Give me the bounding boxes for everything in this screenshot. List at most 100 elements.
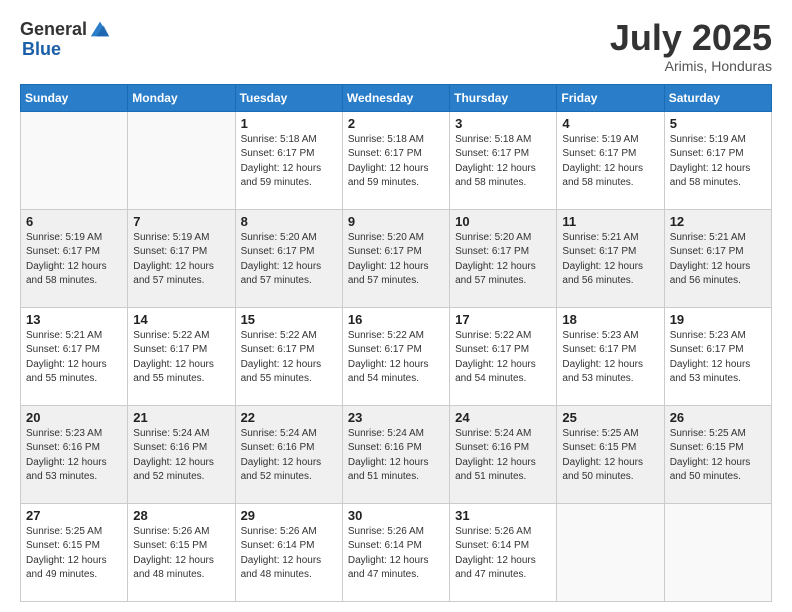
day-info: Sunrise: 5:19 AM Sunset: 6:17 PM Dayligh… (26, 231, 122, 289)
table-row: 8Sunrise: 5:20 AM Sunset: 6:17 PM Daylig… (235, 209, 342, 307)
day-info: Sunrise: 5:18 AM Sunset: 6:17 PM Dayligh… (348, 133, 444, 191)
day-info: Sunrise: 5:26 AM Sunset: 6:15 PM Dayligh… (133, 525, 229, 583)
calendar-row: 27 Sunrise: 5:25 AM Sunset: 6:15 PM Dayli… (21, 503, 772, 601)
table-row: 22 Sunrise: 5:24 AM Sunset: 6:16 PM Dayli… (235, 405, 342, 503)
day-info: Sunrise: 5:19 AM Sunset: 6:17 PM Dayligh… (133, 231, 229, 289)
table-row: 2 Sunrise: 5:18 AM Sunset: 6:17 PM Daylig… (342, 111, 449, 209)
day-info: Sunrise: 5:21 AM Sunset: 6:17 PM Dayligh… (670, 231, 766, 289)
table-row: 25 Sunrise: 5:25 AM Sunset: 6:15 PM Dayli… (557, 405, 664, 503)
table-row: 23Sunrise: 5:24 AM Sunset: 6:16 PM Dayli… (342, 405, 449, 503)
day-info: Sunrise: 5:25 AM Sunset: 6:15 PM Dayligh… (562, 427, 658, 485)
logo: General Blue (20, 18, 111, 58)
day-number: 19 (670, 312, 766, 327)
day-number: 29 (241, 508, 337, 523)
table-row: 30 Sunrise: 5:26 AM Sunset: 6:14 PM Dayli… (342, 503, 449, 601)
day-info: Sunrise: 5:24 AM Sunset: 6:16 PM Dayligh… (455, 427, 551, 485)
table-row: 27 Sunrise: 5:25 AM Sunset: 6:15 PM Dayli… (21, 503, 128, 601)
table-row (21, 111, 128, 209)
day-number: 2 (348, 116, 444, 131)
table-row: 29 Sunrise: 5:26 AM Sunset: 6:14 PM Dayli… (235, 503, 342, 601)
day-info: Sunrise: 5:26 AM Sunset: 6:14 PM Dayligh… (455, 525, 551, 583)
col-sunday: Sunday (21, 84, 128, 111)
col-wednesday: Wednesday (342, 84, 449, 111)
calendar-row: 13 Sunrise: 5:21 AM Sunset: 6:17 PM Dayli… (21, 307, 772, 405)
day-info: Sunrise: 5:20 AM Sunset: 6:17 PM Dayligh… (241, 231, 337, 289)
day-number: 22 (241, 410, 337, 425)
table-row: 9 Sunrise: 5:20 AM Sunset: 6:17 PM Daylig… (342, 209, 449, 307)
day-number: 5 (670, 116, 766, 131)
day-info: Sunrise: 5:22 AM Sunset: 6:17 PM Dayligh… (133, 329, 229, 387)
logo-icon (89, 18, 111, 40)
day-info: Sunrise: 5:20 AM Sunset: 6:17 PM Dayligh… (455, 231, 551, 289)
location-subtitle: Arimis, Honduras (610, 58, 772, 74)
logo-general: General (20, 20, 87, 38)
day-number: 30 (348, 508, 444, 523)
day-number: 13 (26, 312, 122, 327)
day-number: 1 (241, 116, 337, 131)
day-info: Sunrise: 5:21 AM Sunset: 6:17 PM Dayligh… (26, 329, 122, 387)
table-row (128, 111, 235, 209)
day-number: 18 (562, 312, 658, 327)
header-row: Sunday Monday Tuesday Wednesday Thursday… (21, 84, 772, 111)
day-number: 25 (562, 410, 658, 425)
day-info: Sunrise: 5:26 AM Sunset: 6:14 PM Dayligh… (348, 525, 444, 583)
day-info: Sunrise: 5:22 AM Sunset: 6:17 PM Dayligh… (348, 329, 444, 387)
day-number: 14 (133, 312, 229, 327)
table-row: 6Sunrise: 5:19 AM Sunset: 6:17 PM Daylig… (21, 209, 128, 307)
day-info: Sunrise: 5:25 AM Sunset: 6:15 PM Dayligh… (26, 525, 122, 583)
table-row: 19 Sunrise: 5:23 AM Sunset: 6:17 PM Dayli… (664, 307, 771, 405)
month-title: July 2025 (610, 18, 772, 58)
table-row: 20 Sunrise: 5:23 AM Sunset: 6:16 PM Dayli… (21, 405, 128, 503)
table-row: 21Sunrise: 5:24 AM Sunset: 6:16 PM Dayli… (128, 405, 235, 503)
calendar-row: 20 Sunrise: 5:23 AM Sunset: 6:16 PM Dayli… (21, 405, 772, 503)
day-number: 28 (133, 508, 229, 523)
day-info: Sunrise: 5:23 AM Sunset: 6:16 PM Dayligh… (26, 427, 122, 485)
day-number: 27 (26, 508, 122, 523)
col-thursday: Thursday (450, 84, 557, 111)
table-row: 11 Sunrise: 5:21 AM Sunset: 6:17 PM Dayli… (557, 209, 664, 307)
day-info: Sunrise: 5:21 AM Sunset: 6:17 PM Dayligh… (562, 231, 658, 289)
day-info: Sunrise: 5:18 AM Sunset: 6:17 PM Dayligh… (455, 133, 551, 191)
day-number: 10 (455, 214, 551, 229)
day-number: 26 (670, 410, 766, 425)
table-row: 10 Sunrise: 5:20 AM Sunset: 6:17 PM Dayli… (450, 209, 557, 307)
table-row: 14 Sunrise: 5:22 AM Sunset: 6:17 PM Dayli… (128, 307, 235, 405)
day-info: Sunrise: 5:19 AM Sunset: 6:17 PM Dayligh… (562, 133, 658, 191)
day-info: Sunrise: 5:18 AM Sunset: 6:17 PM Dayligh… (241, 133, 337, 191)
table-row: 1 Sunrise: 5:18 AM Sunset: 6:17 PM Daylig… (235, 111, 342, 209)
page: General Blue July 2025 Arimis, Honduras … (0, 0, 792, 612)
calendar-row: 6Sunrise: 5:19 AM Sunset: 6:17 PM Daylig… (21, 209, 772, 307)
day-info: Sunrise: 5:23 AM Sunset: 6:17 PM Dayligh… (670, 329, 766, 387)
day-info: Sunrise: 5:26 AM Sunset: 6:14 PM Dayligh… (241, 525, 337, 583)
table-row: 3Sunrise: 5:18 AM Sunset: 6:17 PM Daylig… (450, 111, 557, 209)
table-row: 13 Sunrise: 5:21 AM Sunset: 6:17 PM Dayli… (21, 307, 128, 405)
table-row: 31 Sunrise: 5:26 AM Sunset: 6:14 PM Dayli… (450, 503, 557, 601)
day-info: Sunrise: 5:22 AM Sunset: 6:17 PM Dayligh… (241, 329, 337, 387)
table-row: 26 Sunrise: 5:25 AM Sunset: 6:15 PM Dayli… (664, 405, 771, 503)
day-number: 9 (348, 214, 444, 229)
header: General Blue July 2025 Arimis, Honduras (20, 18, 772, 74)
col-monday: Monday (128, 84, 235, 111)
day-number: 20 (26, 410, 122, 425)
day-number: 16 (348, 312, 444, 327)
day-info: Sunrise: 5:24 AM Sunset: 6:16 PM Dayligh… (241, 427, 337, 485)
day-info: Sunrise: 5:24 AM Sunset: 6:16 PM Dayligh… (133, 427, 229, 485)
day-number: 7 (133, 214, 229, 229)
day-info: Sunrise: 5:19 AM Sunset: 6:17 PM Dayligh… (670, 133, 766, 191)
day-info: Sunrise: 5:22 AM Sunset: 6:17 PM Dayligh… (455, 329, 551, 387)
table-row: 17Sunrise: 5:22 AM Sunset: 6:17 PM Dayli… (450, 307, 557, 405)
table-row: 28 Sunrise: 5:26 AM Sunset: 6:15 PM Dayli… (128, 503, 235, 601)
table-row: 16 Sunrise: 5:22 AM Sunset: 6:17 PM Dayli… (342, 307, 449, 405)
logo-blue: Blue (22, 40, 111, 58)
table-row (664, 503, 771, 601)
table-row: 12Sunrise: 5:21 AM Sunset: 6:17 PM Dayli… (664, 209, 771, 307)
day-number: 31 (455, 508, 551, 523)
table-row: 7 Sunrise: 5:19 AM Sunset: 6:17 PM Daylig… (128, 209, 235, 307)
day-info: Sunrise: 5:25 AM Sunset: 6:15 PM Dayligh… (670, 427, 766, 485)
table-row (557, 503, 664, 601)
table-row: 24Sunrise: 5:24 AM Sunset: 6:16 PM Dayli… (450, 405, 557, 503)
day-info: Sunrise: 5:23 AM Sunset: 6:17 PM Dayligh… (562, 329, 658, 387)
table-row: 5 Sunrise: 5:19 AM Sunset: 6:17 PM Daylig… (664, 111, 771, 209)
day-number: 11 (562, 214, 658, 229)
day-info: Sunrise: 5:20 AM Sunset: 6:17 PM Dayligh… (348, 231, 444, 289)
